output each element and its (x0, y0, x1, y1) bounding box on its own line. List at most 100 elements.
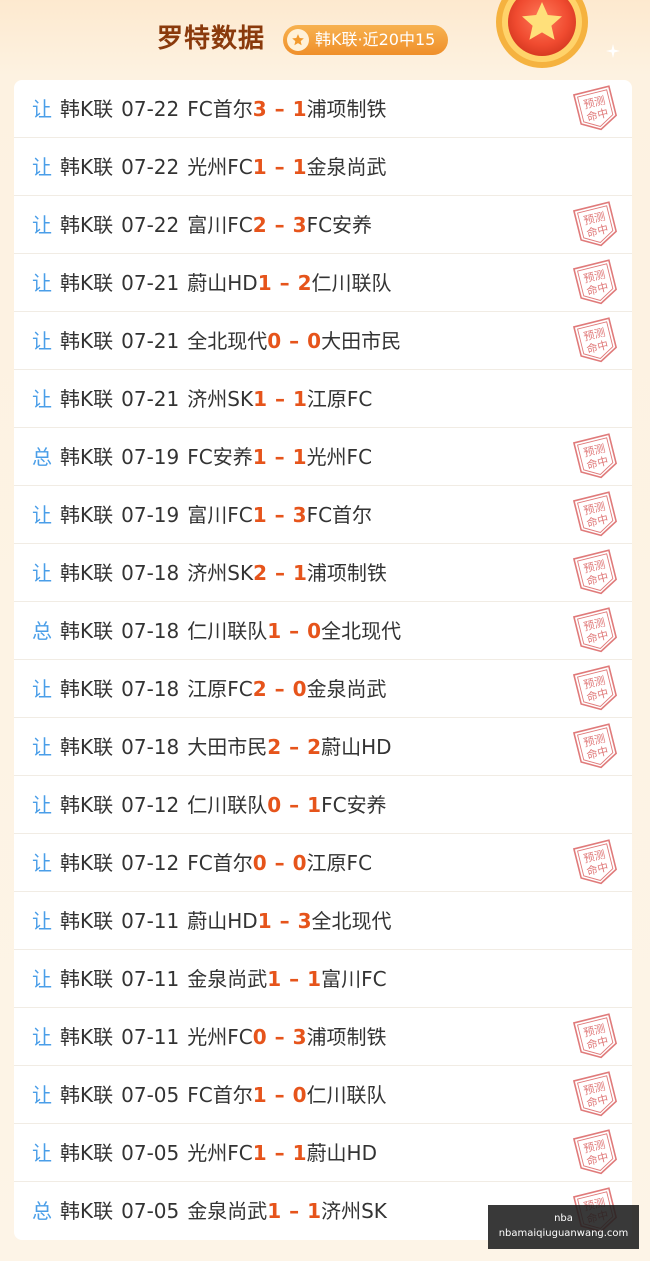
play-type-label: 让 (32, 677, 52, 701)
home-score: 1 (267, 1199, 282, 1223)
watermark-line1: nba (554, 1213, 573, 1224)
hit-stamp-icon: 预测命中 (572, 723, 618, 769)
list-item[interactable]: 让韩K联 07-21 全北现代0–0大田市民 预测 命中 (14, 312, 632, 370)
hit-stamp-icon: 预测命中 (572, 201, 618, 247)
match-text: 让韩K联 07-18 江原FC2–0金泉尚武 (32, 660, 387, 718)
sparkle-icon (606, 44, 620, 58)
match-date: 07-18 (121, 735, 180, 759)
home-team: 仁川联队 (187, 619, 268, 643)
away-score: 1 (292, 387, 307, 411)
home-team: FC首尔 (187, 97, 253, 121)
match-date: 07-12 (121, 793, 180, 817)
hit-stamp-icon: 预测命中 (572, 1071, 618, 1117)
score-separator: – (274, 213, 285, 237)
list-item[interactable]: 让韩K联 07-11 光州FC0–3浦项制铁 预测 命中 (14, 1008, 632, 1066)
list-item[interactable]: 让韩K联 07-11 金泉尚武1–1富川FC (14, 950, 632, 1008)
league-label: 韩K联 (60, 909, 114, 933)
badge-text: 韩K联·近20中15 (315, 30, 436, 49)
list-item[interactable]: 让韩K联 07-05 FC首尔1–0仁川联队 预测 命中 (14, 1066, 632, 1124)
match-date: 07-22 (121, 155, 180, 179)
home-team: 金泉尚武 (187, 967, 268, 991)
away-score: 1 (292, 445, 307, 469)
list-item[interactable]: 总韩K联 07-19 FC安养1–1光州FC 预测 命中 (14, 428, 632, 486)
league-label: 韩K联 (60, 561, 114, 585)
league-label: 韩K联 (60, 329, 114, 353)
away-score: 0 (292, 851, 307, 875)
match-date: 07-22 (121, 213, 180, 237)
list-item[interactable]: 总韩K联 07-18 仁川联队1–0全北现代 预测 命中 (14, 602, 632, 660)
hit-stamp-icon: 预测命中 (572, 839, 618, 885)
play-type-label: 总 (32, 445, 52, 469)
match-date: 07-21 (121, 271, 180, 295)
home-team: 济州SK (187, 561, 254, 585)
score-separator: – (274, 503, 285, 527)
away-score: 3 (292, 503, 307, 527)
home-score: 1 (267, 619, 282, 643)
match-date: 07-19 (121, 503, 180, 527)
hit-stamp-icon: 预测命中 (572, 1129, 618, 1175)
match-text: 让韩K联 07-05 光州FC1–1蔚山HD (32, 1124, 377, 1182)
home-score: 1 (252, 155, 267, 179)
home-score: 2 (252, 213, 267, 237)
play-type-label: 让 (32, 1141, 52, 1165)
away-score: 0 (307, 619, 322, 643)
match-text: 让韩K联 07-22 光州FC1–1金泉尚武 (32, 138, 387, 196)
home-score: 0 (267, 793, 282, 817)
list-item[interactable]: 让韩K联 07-11 蔚山HD1–3全北现代 (14, 892, 632, 950)
away-team: 金泉尚武 (306, 155, 387, 179)
away-team: 浦项制铁 (306, 561, 387, 585)
list-item[interactable]: 让韩K联 07-12 仁川联队0–1FC安养 (14, 776, 632, 834)
score-separator: – (274, 445, 285, 469)
away-score: 1 (292, 1141, 307, 1165)
match-date: 07-19 (121, 445, 180, 469)
away-team: 江原FC (306, 851, 373, 875)
score-separator: – (274, 851, 285, 875)
home-score: 0 (267, 329, 282, 353)
list-item[interactable]: 让韩K联 07-18 济州SK2–1浦项制铁 预测 命中 (14, 544, 632, 602)
home-team: 光州FC (187, 1141, 253, 1165)
score-separator: – (274, 97, 285, 121)
away-score: 3 (292, 213, 307, 237)
away-team: FC首尔 (306, 503, 373, 527)
league-label: 韩K联 (60, 155, 114, 179)
away-score: 1 (292, 155, 307, 179)
list-item[interactable]: 让韩K联 07-22 富川FC2–3FC安养 预测 命中 (14, 196, 632, 254)
home-score: 1 (252, 1141, 267, 1165)
list-item[interactable]: 让韩K联 07-21 济州SK1–1江原FC (14, 370, 632, 428)
play-type-label: 让 (32, 561, 52, 585)
score-separator: – (289, 619, 300, 643)
list-item[interactable]: 让韩K联 07-12 FC首尔0–0江原FC 预测 命中 (14, 834, 632, 892)
home-score: 0 (252, 1025, 267, 1049)
match-date: 07-12 (121, 851, 180, 875)
match-text: 让韩K联 07-12 仁川联队0–1FC安养 (32, 776, 387, 834)
away-team: 光州FC (306, 445, 373, 469)
away-team: 全北现代 (311, 909, 392, 933)
match-text: 让韩K联 07-12 FC首尔0–0江原FC (32, 834, 372, 892)
league-label: 韩K联 (60, 851, 114, 875)
away-team: 大田市民 (321, 329, 402, 353)
home-team: FC首尔 (187, 1083, 253, 1107)
home-team: 全北现代 (187, 329, 268, 353)
match-date: 07-18 (121, 619, 180, 643)
list-item[interactable]: 让韩K联 07-05 光州FC1–1蔚山HD 预测 命中 (14, 1124, 632, 1182)
list-item[interactable]: 让韩K联 07-18 大田市民2–2蔚山HD 预测 命中 (14, 718, 632, 776)
home-team: 江原FC (187, 677, 253, 701)
page: 罗特数据 韩K联·近20中15 让 韩K联 07-22 FC首尔3 – 1浦项制… (0, 0, 650, 1261)
record-badge: 韩K联·近20中15 (283, 25, 449, 55)
page-title: 罗特数据 (157, 24, 266, 54)
league-label: 韩K联 (60, 445, 114, 469)
list-item[interactable]: 让韩K联 07-22 FC首尔3–1浦项制铁 预测 命中 (14, 80, 632, 138)
match-text: 让韩K联 07-05 FC首尔1–0仁川联队 (32, 1066, 387, 1124)
list-item[interactable]: 让韩K联 07-19 富川FC1–3FC首尔 预测 命中 (14, 486, 632, 544)
away-team: 富川FC (321, 967, 387, 991)
score-separator: – (274, 387, 285, 411)
home-score: 1 (252, 503, 267, 527)
league-label: 韩K联 (60, 213, 114, 237)
list-item[interactable]: 让韩K联 07-22 光州FC1–1金泉尚武 (14, 138, 632, 196)
away-score: 0 (292, 677, 307, 701)
list-item[interactable]: 让韩K联 07-21 蔚山HD1–2仁川联队 预测 命中 (14, 254, 632, 312)
home-team: 富川FC (187, 213, 253, 237)
list-item[interactable]: 让韩K联 07-18 江原FC2–0金泉尚武 预测 命中 (14, 660, 632, 718)
home-team: 仁川联队 (187, 793, 268, 817)
home-team: 济州SK (187, 387, 254, 411)
